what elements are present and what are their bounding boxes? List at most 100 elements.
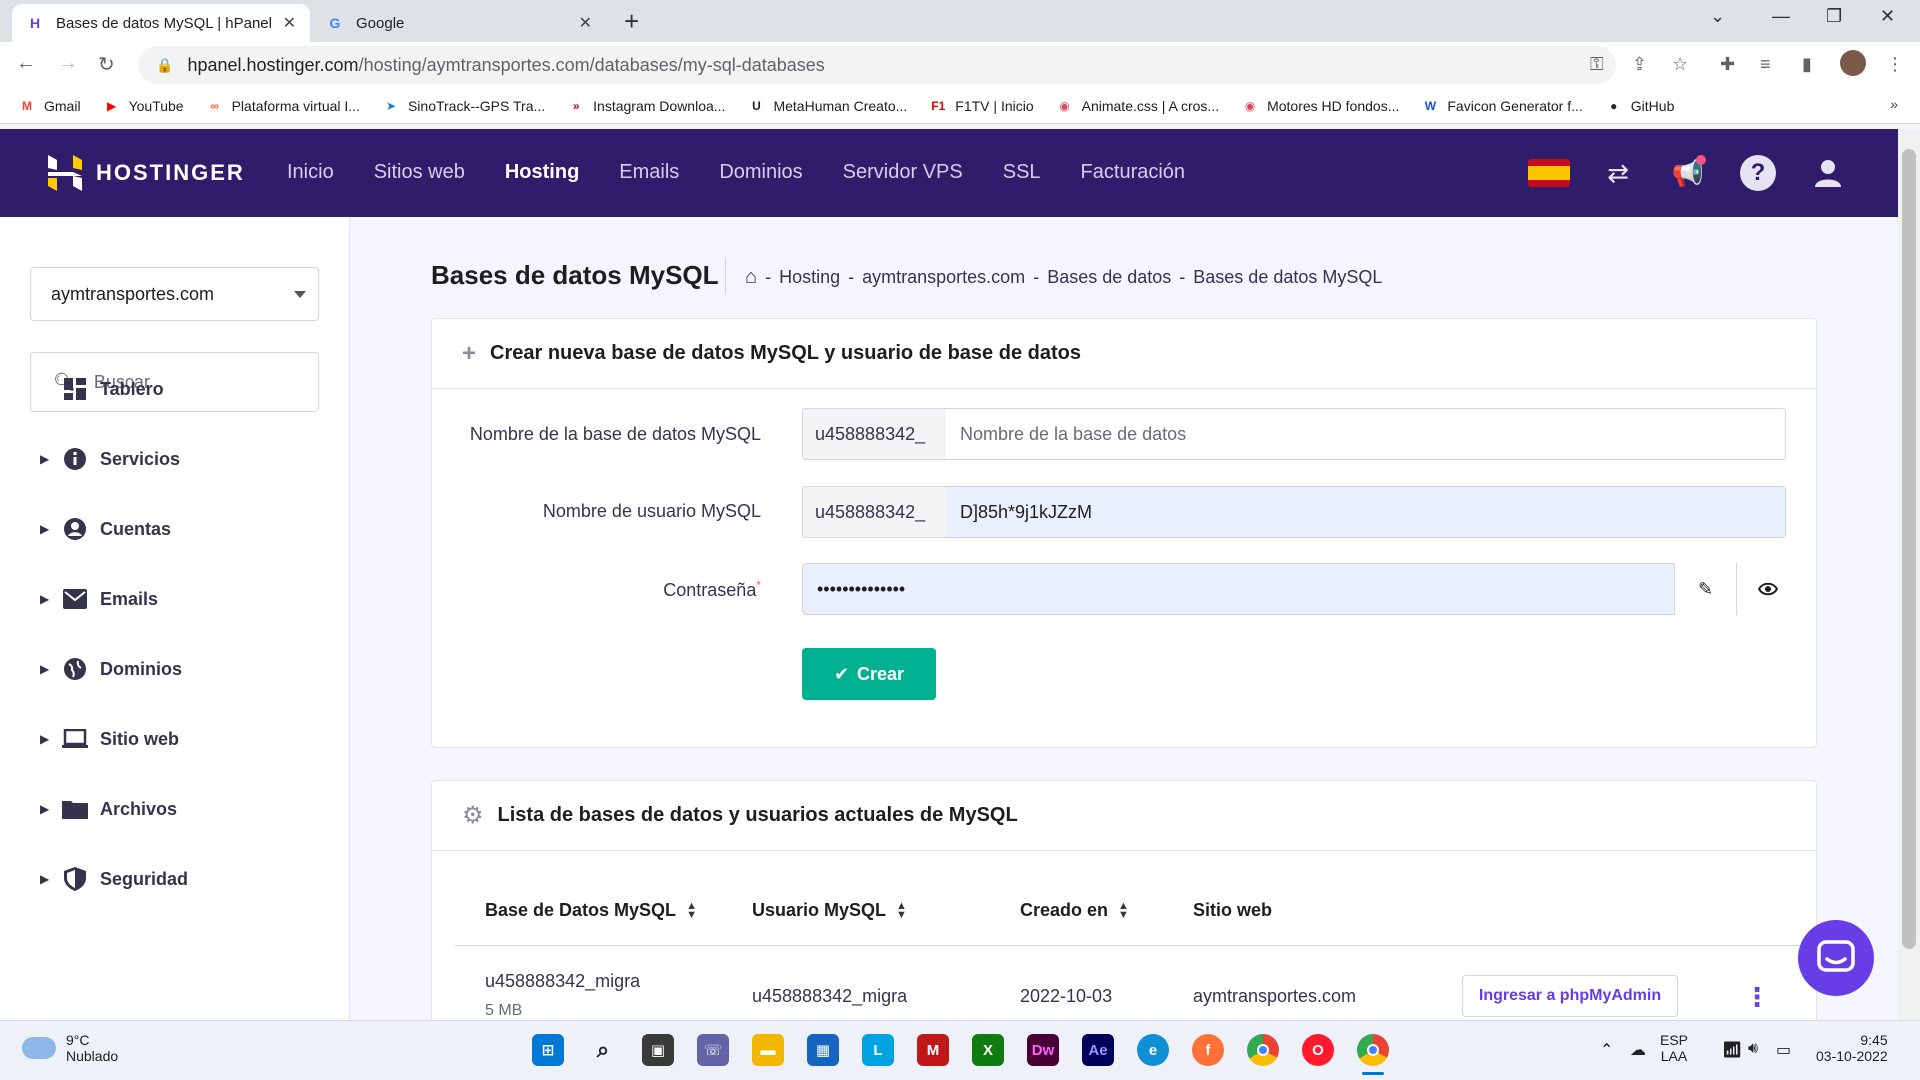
tray-overflow-icon[interactable]: ⌃ [1600, 1040, 1613, 1060]
url-bar[interactable]: 🔒 hpanel.hostinger.com/hosting/aymtransp… [138, 46, 1616, 84]
extensions-icon[interactable]: ✚ [1720, 54, 1735, 75]
windows-start-icon[interactable]: ⊞ [532, 1034, 564, 1066]
mcafee-icon[interactable]: M [917, 1034, 949, 1066]
bookmark-item[interactable]: ◉ Motores HD fondos... [1241, 98, 1400, 114]
tab-hpanel[interactable]: H Bases de datos MySQL | hPanel ✕ [12, 4, 310, 42]
profile-avatar[interactable] [1840, 50, 1866, 76]
home-icon[interactable]: ⌂ [745, 266, 757, 289]
minimize-icon[interactable]: — [1772, 6, 1790, 27]
clock[interactable]: 9:45 03-10-2022 [1816, 1032, 1888, 1064]
tab-search-icon[interactable]: ⌄ [1710, 6, 1725, 27]
more-options-icon[interactable]: ⋮ [1744, 982, 1770, 1013]
firefox-icon[interactable]: f [1192, 1034, 1224, 1066]
bookmark-item[interactable]: W Favicon Generator f... [1421, 98, 1583, 114]
live-chat-button[interactable] [1798, 920, 1874, 996]
page-scrollbar[interactable] [1898, 129, 1920, 1020]
opera-icon[interactable]: O [1302, 1034, 1334, 1066]
chrome-icon[interactable] [1247, 1034, 1279, 1066]
sidebar-item-emails[interactable]: ▶ Emails [40, 582, 158, 616]
back-icon[interactable]: ← [16, 52, 36, 75]
after-effects-icon[interactable]: Ae [1082, 1034, 1114, 1066]
dreamweaver-icon[interactable]: Dw [1027, 1034, 1059, 1066]
hostinger-logo[interactable]: HOSTINGER [48, 155, 245, 191]
bookmark-star-icon[interactable]: ☆ [1672, 54, 1688, 75]
scrollbar-thumb[interactable] [1902, 149, 1916, 949]
bookmark-item[interactable]: » Instagram Downloa... [567, 98, 726, 114]
key-icon[interactable]: ⚿ [1590, 54, 1604, 75]
nav-servidor-vps[interactable]: Servidor VPS [843, 161, 963, 184]
bookmarks-overflow-icon[interactable]: » [1890, 96, 1898, 112]
bookmark-item[interactable]: ∞ Plataforma virtual I... [206, 98, 360, 114]
onedrive-icon[interactable]: ☁ [1630, 1040, 1646, 1060]
column-header-database[interactable]: Base de Datos MySQL ▲ ▼ [485, 900, 697, 921]
maximize-icon[interactable]: ❐ [1826, 6, 1842, 27]
nav-hosting[interactable]: Hosting [505, 161, 579, 184]
generate-password-button[interactable]: ✎ [1674, 563, 1736, 615]
media-icon[interactable]: ≡ [1760, 54, 1771, 75]
password-input[interactable]: •••••••••••••• [802, 563, 1786, 615]
bookmark-item[interactable]: F1 F1TV | Inicio [929, 98, 1033, 114]
announcements-icon[interactable]: 📢 [1668, 155, 1708, 191]
phpmyadmin-button[interactable]: Ingresar a phpMyAdmin [1462, 975, 1678, 1017]
create-button[interactable]: ✔ Crear [802, 648, 936, 700]
new-tab-icon[interactable]: + [624, 6, 639, 37]
bookmark-item[interactable]: ▶ YouTube [103, 98, 184, 114]
input-language[interactable]: ESP LAA [1660, 1032, 1688, 1064]
xbox-icon[interactable]: X [972, 1034, 1004, 1066]
show-password-button[interactable] [1736, 563, 1798, 615]
volume-icon[interactable]: 🔊︎ [1748, 1040, 1758, 1058]
close-tab-icon[interactable]: ✕ [579, 13, 592, 33]
language-flag[interactable] [1527, 155, 1571, 191]
microsoft-store-icon[interactable]: ▦ [807, 1034, 839, 1066]
db-name-input[interactable]: Nombre de la base de datos [946, 408, 1786, 460]
edge-icon[interactable]: e [1137, 1034, 1169, 1066]
wifi-icon[interactable]: 📶︎ [1722, 1040, 1742, 1060]
sidebar-item-dominios[interactable]: ▶ Dominios [40, 652, 182, 686]
nav-facturaci-n[interactable]: Facturación [1081, 161, 1186, 184]
switch-account-icon[interactable]: ⇄ [1598, 155, 1638, 191]
bookmark-item[interactable]: ● GitHub [1605, 98, 1674, 114]
sidebar-item-sitio-web[interactable]: ▶ Sitio web [40, 722, 179, 756]
side-panel-icon[interactable]: ▮ [1802, 54, 1812, 75]
battery-icon[interactable]: ▭ [1776, 1040, 1791, 1060]
reload-icon[interactable]: ↻ [98, 52, 115, 77]
laptop-icon [62, 726, 88, 752]
bookmark-item[interactable]: ◉ Animate.css | A cros... [1056, 98, 1219, 114]
weather-widget[interactable]: 9°C Nublado [22, 1032, 118, 1064]
nav-sitios-web[interactable]: Sitios web [374, 161, 465, 184]
chrome-menu-icon[interactable]: ⋮ [1886, 54, 1904, 75]
sidebar-item-servicios[interactable]: ▶ Servicios [40, 442, 180, 476]
nav-ssl[interactable]: SSL [1003, 161, 1041, 184]
forward-icon[interactable]: → [58, 52, 78, 75]
bookmark-item[interactable]: ➤ SinoTrack--GPS Tra... [382, 98, 545, 114]
nav-dominios[interactable]: Dominios [719, 161, 802, 184]
search-taskbar-icon[interactable]: ⌕ [587, 1034, 619, 1066]
breadcrumb-hosting[interactable]: Hosting [779, 267, 840, 288]
breadcrumb-databases[interactable]: Bases de datos [1047, 267, 1171, 288]
column-header-created[interactable]: Creado en ▲ ▼ [1020, 900, 1129, 921]
teams-chat-icon[interactable]: ☏ [697, 1034, 729, 1066]
tab-google[interactable]: G Google ✕ [312, 4, 606, 42]
close-tab-icon[interactable]: ✕ [283, 13, 296, 33]
share-icon[interactable]: ⇪ [1632, 54, 1647, 75]
breadcrumb-domain[interactable]: aymtransportes.com [862, 267, 1025, 288]
sidebar-item-archivos[interactable]: ▶ Archivos [40, 792, 177, 826]
bookmark-item[interactable]: M Gmail [18, 98, 81, 114]
user-account-icon[interactable] [1808, 155, 1848, 191]
sidebar-item-tablero[interactable]: Tablero [40, 372, 164, 406]
sidebar-item-seguridad[interactable]: ▶ Seguridad [40, 862, 188, 896]
nav-inicio[interactable]: Inicio [287, 161, 334, 184]
domain-selector[interactable]: aymtransportes.com [30, 267, 319, 321]
column-header-user[interactable]: Usuario MySQL ▲ ▼ [752, 900, 907, 921]
nav-emails[interactable]: Emails [619, 161, 679, 184]
l-app-icon[interactable]: L [862, 1034, 894, 1066]
create-card-header[interactable]: + Crear nueva base de datos MySQL y usua… [432, 319, 1816, 389]
task-view-icon[interactable]: ▣ [642, 1034, 674, 1066]
close-window-icon[interactable]: ✕ [1880, 6, 1895, 27]
file-explorer-icon[interactable]: ▬ [752, 1034, 784, 1066]
chrome-profile-icon[interactable] [1357, 1034, 1389, 1066]
sidebar-item-cuentas[interactable]: ▶ Cuentas [40, 512, 171, 546]
bookmark-item[interactable]: U MetaHuman Creato... [747, 98, 907, 114]
help-icon[interactable]: ? [1740, 155, 1776, 191]
db-user-input[interactable]: D]85h*9j1kJZzM [946, 486, 1786, 538]
